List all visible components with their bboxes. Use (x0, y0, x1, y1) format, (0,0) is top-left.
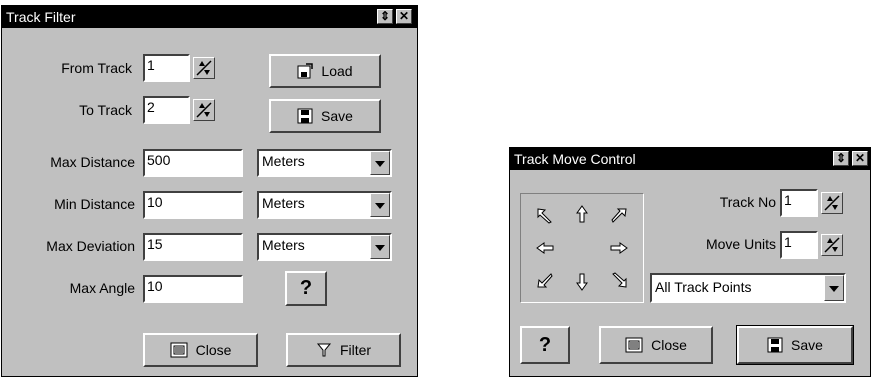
max-deviation-unit-value: Meters (262, 237, 305, 253)
move-units-input[interactable]: 1 (780, 231, 818, 259)
min-distance-unit-value: Meters (262, 195, 305, 211)
window-title: Track Move Control (514, 151, 636, 167)
from-track-label: From Track (61, 60, 132, 76)
arrow-down-left-icon[interactable] (535, 270, 555, 290)
track-move-control-window: Track Move Control ⇕ ✕ Track No 1 Move U… (509, 147, 871, 377)
close-button[interactable]: Close (599, 326, 713, 364)
max-deviation-label: Max Deviation (46, 238, 135, 254)
track-no-spin-icon[interactable] (821, 192, 843, 214)
min-distance-input[interactable]: 10 (143, 191, 243, 219)
load-label: Load (321, 63, 353, 79)
max-distance-input[interactable]: 500 (143, 149, 243, 177)
max-deviation-input[interactable]: 15 (143, 233, 243, 261)
title-bar[interactable]: Track Filter ⇕ ✕ (2, 6, 417, 28)
load-button[interactable]: Load (269, 54, 381, 88)
from-track-spin-icon[interactable] (193, 57, 215, 79)
track-no-label: Track No (719, 194, 776, 210)
to-track-input[interactable]: 2 (143, 96, 190, 124)
max-distance-unit-select[interactable]: Meters (257, 149, 392, 177)
load-icon (297, 63, 314, 79)
max-deviation-unit-select[interactable]: Meters (257, 233, 392, 261)
help-button[interactable]: ? (285, 271, 327, 306)
save-label: Save (791, 337, 823, 353)
save-button[interactable]: Save (269, 99, 381, 133)
help-label: ? (538, 333, 552, 356)
max-distance-unit-value: Meters (262, 153, 305, 169)
dropdown-arrow-icon[interactable] (370, 193, 390, 217)
save-button[interactable]: Save (736, 325, 854, 365)
help-button[interactable]: ? (520, 326, 570, 364)
min-distance-label: Min Distance (54, 196, 135, 212)
close-icon[interactable]: ✕ (852, 151, 868, 166)
save-icon (767, 337, 783, 353)
filter-icon (316, 343, 332, 357)
track-points-select[interactable]: All Track Points (650, 273, 846, 303)
close-label: Close (651, 337, 687, 353)
save-label: Save (321, 108, 353, 124)
to-track-label: To Track (79, 102, 132, 118)
arrow-up-right-icon[interactable] (609, 206, 629, 226)
to-track-spin-icon[interactable] (193, 99, 215, 121)
arrow-down-right-icon[interactable] (609, 270, 629, 290)
help-label: ? (299, 277, 313, 299)
window-menu-icon[interactable]: ⇕ (833, 151, 849, 166)
dropdown-arrow-icon[interactable] (370, 235, 390, 259)
move-units-label: Move Units (705, 236, 776, 252)
arrow-down-icon[interactable] (572, 272, 592, 292)
track-points-value: All Track Points (655, 279, 752, 295)
close-doc-icon (170, 342, 188, 358)
arrow-left-icon[interactable] (535, 238, 555, 258)
max-distance-label: Max Distance (50, 154, 135, 170)
close-button[interactable]: Close (143, 333, 258, 367)
arrow-up-left-icon[interactable] (535, 206, 555, 226)
close-label: Close (195, 342, 232, 358)
dropdown-arrow-icon[interactable] (370, 151, 390, 175)
filter-button[interactable]: Filter (286, 333, 401, 367)
filter-label: Filter (339, 342, 372, 358)
title-bar[interactable]: Track Move Control ⇕ ✕ (510, 148, 870, 170)
min-distance-unit-select[interactable]: Meters (257, 191, 392, 219)
window-title: Track Filter (6, 9, 76, 25)
max-angle-label: Max Angle (69, 280, 135, 296)
save-icon (297, 108, 313, 124)
close-doc-icon (625, 337, 643, 353)
track-no-input[interactable]: 1 (780, 189, 818, 217)
dropdown-arrow-icon[interactable] (824, 275, 844, 301)
move-units-spin-icon[interactable] (821, 234, 843, 256)
arrow-up-icon[interactable] (572, 204, 592, 224)
from-track-input[interactable]: 1 (143, 54, 190, 82)
close-icon[interactable]: ✕ (396, 9, 412, 24)
direction-pad (520, 193, 644, 303)
window-menu-icon[interactable]: ⇕ (377, 9, 393, 24)
arrow-right-icon[interactable] (609, 238, 629, 258)
track-filter-window: Track Filter ⇕ ✕ From Track 1 To Track 2… (1, 5, 418, 377)
max-angle-input[interactable]: 10 (143, 275, 243, 303)
